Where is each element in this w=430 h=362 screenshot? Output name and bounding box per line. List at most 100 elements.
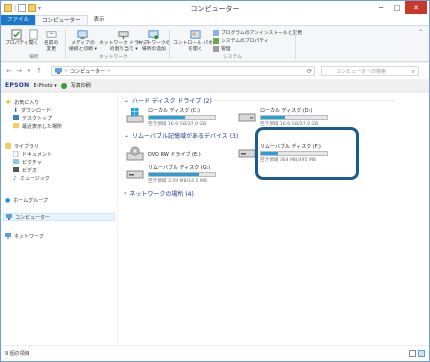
nav-music[interactable]: ♪ ミュージック [13, 174, 50, 182]
nav-pictures[interactable]: ピクチャ [13, 158, 42, 166]
forward-button[interactable]: → [14, 66, 24, 76]
computer-icon [55, 68, 62, 74]
nav-documents[interactable]: ドキュメント [13, 150, 52, 158]
control-panel-label: コントロール パネル を開く [173, 41, 218, 52]
group-label-system: システム [223, 55, 243, 60]
rename-button[interactable]: 名前の 変更 [44, 29, 58, 52]
capacity-bar [260, 115, 328, 120]
drive-name: ローカル ディスク (D:) [260, 108, 313, 114]
windows-drive-icon [126, 108, 144, 123]
network-header-label: ネットワークの場所 (4) [129, 191, 194, 198]
item-count: 9 個の項目 [5, 351, 30, 357]
free-space-label: 空き領域 16.9 GB/37.0 GB [148, 122, 207, 127]
window-title: コンピューター [190, 5, 240, 13]
removable-drive-icon [238, 149, 256, 158]
control-panel-icon [190, 30, 201, 39]
capacity-bar [148, 115, 216, 120]
epson-toolbar: EPSON E-Photo ▾ 写真印刷 [1, 80, 429, 92]
drive-name: DVD RW ドライブ (E:) [148, 151, 201, 158]
capacity-fill [261, 116, 286, 119]
title-bar: | ▾ コンピューター ─ □ ✕ [1, 1, 429, 15]
nav-downloads-label: ダウンロード [21, 107, 52, 114]
properties-icon [11, 29, 22, 40]
hdd-section-header[interactable]: ⌄ ハード ディスク ドライブ (2) [124, 96, 395, 105]
tab-file[interactable]: ファイル [1, 15, 36, 25]
pictures-icon [13, 159, 19, 164]
network-section-header[interactable]: › ネットワークの場所 (4) [124, 189, 194, 198]
media-connect-button[interactable]: メディアの 接続と切断 ▾ [69, 29, 97, 52]
drive-d[interactable]: ローカル ディスク (D:) 空き領域 16.9 GB/27.0 GB [238, 107, 328, 127]
star-icon: ★ [5, 98, 12, 106]
highlight-callout [255, 127, 359, 180]
free-space-label: 空き領域 3.59 MB/14.1 MB [148, 179, 207, 184]
music-icon: ♪ [13, 174, 17, 182]
search-icon: ⌕ [411, 68, 415, 75]
search-input[interactable]: コンピューターの検索 ⌕ [321, 66, 419, 76]
e-photo-menu[interactable]: E-Photo ▾ [33, 83, 56, 89]
add-network-location-button[interactable]: ネットワークの 場所の追加 [137, 29, 171, 52]
manage-button[interactable]: 管理 [213, 45, 231, 52]
network-drive-icon [118, 31, 129, 40]
photo-print-button[interactable]: 写真印刷 [71, 82, 91, 89]
network-icon [5, 233, 11, 239]
address-box[interactable]: › コンピューター › ⟳ [51, 66, 315, 76]
ribbon-collapse-icon[interactable]: ⌃ [418, 29, 423, 36]
nav-libraries[interactable]: ライブラリ [5, 142, 39, 150]
collapse-chevron-icon: ⌄ [124, 97, 130, 104]
removable-header-label: リムーバブル記憶域があるデバイス (3) [132, 133, 239, 140]
nav-computer-label: コンピューター [15, 214, 51, 221]
nav-network[interactable]: ネットワーク [5, 232, 44, 240]
properties-button[interactable]: プロパティ [5, 29, 29, 47]
capacity-fill [149, 116, 185, 119]
hdd-header-label: ハード ディスク ドライブ (2) [132, 98, 212, 105]
nav-computer[interactable]: コンピューター [3, 213, 115, 221]
removable-drive-icon [126, 170, 144, 179]
tab-computer[interactable]: コンピューター [35, 15, 88, 25]
section-divider [214, 100, 395, 101]
ribbon-divider [65, 29, 66, 59]
minimize-button[interactable]: ─ [373, 1, 389, 14]
nav-recent-places[interactable]: 最近表示した場所 [13, 122, 62, 130]
expand-chevron-icon: › [124, 190, 127, 197]
uninstall-program-button[interactable]: プログラムのアンインストールと変更 [213, 29, 302, 36]
ribbon: プロパティ 開く 名前の 変更 場所 メディアの 接続と切断 ▾ ネットワーク … [1, 26, 429, 62]
drive-g[interactable]: リムーバブル ディスク (G:) 空き領域 3.59 MB/14.1 MB [126, 164, 216, 184]
large-icons-view-button[interactable] [418, 350, 425, 357]
drive-c[interactable]: ローカル ディスク (C:) 空き領域 16.9 GB/37.0 GB [126, 107, 216, 127]
uninstall-icon [213, 29, 219, 36]
details-view-button[interactable] [409, 350, 416, 357]
drive-e[interactable]: DVD RW ドライブ (E:) [126, 146, 201, 162]
drive-name: リムーバブル ディスク (G:) [148, 165, 211, 171]
navigation-pane: ★ お気に入り ⬇ ダウンロード デスクトップ 最近表示した場所 ライブラリ ド… [1, 93, 117, 345]
back-button[interactable]: ← [4, 66, 14, 76]
removable-section-header[interactable]: ⌄ リムーバブル記憶域があるデバイス (3) [124, 131, 238, 140]
collapse-chevron-icon: ⌄ [124, 132, 130, 139]
nav-favorites[interactable]: ★ お気に入り [5, 98, 39, 106]
hard-drive-icon [238, 113, 256, 122]
control-panel-button[interactable]: コントロール パネル を開く [173, 29, 218, 52]
manage-icon [213, 45, 219, 52]
ribbon-divider [169, 29, 170, 59]
close-button[interactable]: ✕ [405, 1, 427, 14]
open-button[interactable]: 開く [28, 29, 39, 47]
window-controls: ─ □ ✕ [373, 1, 427, 14]
address-chevron-icon: › [65, 68, 67, 74]
network-location-icon [148, 30, 159, 40]
nav-desktop[interactable]: デスクトップ [13, 114, 52, 122]
media-icon [77, 30, 88, 40]
system-properties-button[interactable]: システムのプロパティ [213, 37, 269, 44]
maximize-button[interactable]: □ [389, 1, 405, 14]
recent-dropdown-icon[interactable]: ▾ [24, 66, 34, 76]
download-icon: ⬇ [13, 106, 19, 114]
nav-homegroup[interactable]: ● ホームグループ [5, 196, 48, 204]
view-toggle [409, 350, 425, 357]
rename-label: 名前の 変更 [44, 41, 59, 52]
up-button[interactable]: ↑ [34, 66, 44, 76]
recent-places-icon [13, 123, 19, 128]
nav-videos[interactable]: ビデオ [13, 166, 37, 174]
refresh-icon[interactable]: ⟳ [307, 68, 312, 75]
nav-music-label: ミュージック [19, 175, 50, 182]
tab-view[interactable]: 表示 [88, 15, 111, 25]
nav-downloads[interactable]: ⬇ ダウンロード [13, 106, 51, 114]
computer-icon [6, 214, 12, 220]
